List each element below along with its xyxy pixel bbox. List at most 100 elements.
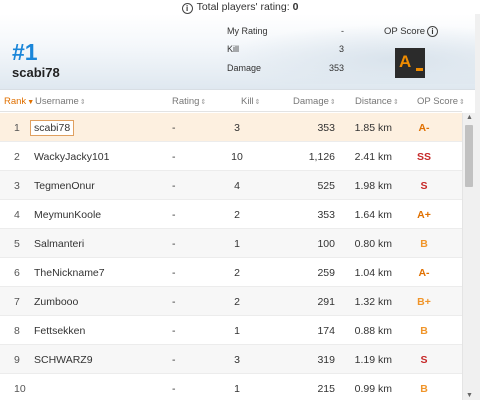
column-header-rank[interactable]: Rank▼ <box>4 96 34 107</box>
row-kill: 3 <box>234 354 240 366</box>
row-username[interactable]: Zumbooo <box>34 296 78 308</box>
row-rating: - <box>172 180 176 192</box>
row-damage: 353 <box>317 209 335 221</box>
row-damage: 215 <box>317 383 335 395</box>
row-damage: 1,126 <box>308 151 335 163</box>
row-kill: 2 <box>234 209 240 221</box>
op-score-label: OP Score <box>384 26 426 37</box>
total-rating-bar: i Total players' rating: 0 <box>0 0 480 14</box>
column-header-username-label: Username <box>35 96 79 107</box>
row-username[interactable]: scabi78 <box>30 120 75 136</box>
row-username[interactable]: SCHWARZ9 <box>34 354 93 366</box>
row-rating: - <box>172 238 176 250</box>
row-username-text: scabi78 <box>30 120 75 136</box>
row-rating: - <box>172 122 176 134</box>
sort-arrows-icon: ⇕ <box>459 99 465 106</box>
player-summary: #1 scabi78 My Rating - Kill 3 Damage 353… <box>0 14 475 90</box>
row-username[interactable]: TegmenOnur <box>34 180 95 192</box>
row-rank: 9 <box>14 354 20 366</box>
column-header-username[interactable]: Username⇕ <box>35 96 86 107</box>
column-header-distance[interactable]: Distance⇕ <box>355 96 399 107</box>
row-damage: 525 <box>317 180 335 192</box>
op-score-heading: OP Score i <box>384 26 439 37</box>
info-icon[interactable]: i <box>181 3 193 14</box>
row-rank: 8 <box>14 325 20 337</box>
scoreboard-panel: #1 scabi78 My Rating - Kill 3 Damage 353… <box>0 14 475 400</box>
row-kill: 1 <box>234 383 240 395</box>
table-row[interactable]: 10 - 1 215 0.99 km B <box>0 374 462 400</box>
table-row[interactable]: 2 WackyJacky101 - 10 1,126 2.41 km SS <box>0 142 462 171</box>
my-rating-value: - <box>341 26 344 36</box>
row-rank: 7 <box>14 296 20 308</box>
row-distance: 1.32 km <box>354 296 392 308</box>
row-kill: 10 <box>231 151 243 163</box>
row-rank: 5 <box>14 238 20 250</box>
op-score-badge-icon: A <box>395 48 425 78</box>
sort-arrows-icon: ⇕ <box>79 99 86 106</box>
row-distance: 1.64 km <box>354 209 392 221</box>
column-header-rating-label: Rating <box>172 96 200 107</box>
damage-label: Damage <box>227 63 262 73</box>
row-rating: - <box>172 267 176 279</box>
kill-label: Kill <box>227 44 240 54</box>
my-rating-label: My Rating <box>227 26 268 36</box>
row-rank: 10 <box>14 383 26 395</box>
info-icon[interactable]: i <box>427 26 439 37</box>
column-header-distance-label: Distance <box>355 96 392 107</box>
row-damage: 291 <box>317 296 335 308</box>
row-username[interactable]: Salmanteri <box>34 238 84 250</box>
row-op-score: S <box>420 180 428 192</box>
row-distance: 1.85 km <box>354 122 392 134</box>
column-header-kill[interactable]: Kill⇕ <box>241 96 261 107</box>
table-row[interactable]: 1 scabi78 - 3 353 1.85 km A- <box>0 113 462 142</box>
row-rating: - <box>172 354 176 366</box>
sort-arrows-icon: ⇕ <box>200 99 207 106</box>
row-op-score: A+ <box>417 209 431 221</box>
row-username[interactable]: Fettsekken <box>34 325 85 337</box>
table-row[interactable]: 8 Fettsekken - 1 174 0.88 km B <box>0 316 462 345</box>
sort-arrows-icon: ⇕ <box>329 99 336 106</box>
column-header-op-score[interactable]: OP Score⇕ <box>417 96 465 107</box>
op-score-badge-letter: A <box>399 52 412 71</box>
row-damage: 319 <box>317 354 335 366</box>
total-rating-label: Total players' rating: <box>196 1 290 13</box>
column-header-damage[interactable]: Damage⇕ <box>293 96 336 107</box>
table-row[interactable]: 3 TegmenOnur - 4 525 1.98 km S <box>0 171 462 200</box>
scroll-up-icon[interactable]: ▲ <box>466 114 473 121</box>
sort-arrows-icon: ⇕ <box>254 99 261 106</box>
row-rank: 1 <box>14 122 20 134</box>
row-op-score: A- <box>418 267 430 279</box>
row-distance: 0.99 km <box>354 383 392 395</box>
row-username[interactable]: TheNickname7 <box>34 267 105 279</box>
row-kill: 4 <box>234 180 240 192</box>
total-rating-value: 0 <box>292 1 299 13</box>
badge-stripe <box>416 68 423 71</box>
table-scrollbar[interactable]: ▲ ▼ <box>462 113 475 400</box>
column-header-kill-label: Kill <box>241 96 254 107</box>
row-username[interactable]: MeymunKoole <box>34 209 101 221</box>
row-damage: 100 <box>317 238 335 250</box>
row-op-score: SS <box>416 151 431 163</box>
scrollbar-thumb[interactable] <box>465 125 473 187</box>
row-op-score: S <box>420 354 428 366</box>
table-row[interactable]: 6 TheNickname7 - 2 259 1.04 km A- <box>0 258 462 287</box>
row-rating: - <box>172 296 176 308</box>
row-rating: - <box>172 209 176 221</box>
row-op-score: B+ <box>417 296 431 308</box>
row-kill: 2 <box>234 267 240 279</box>
column-header-rating[interactable]: Rating⇕ <box>172 96 206 107</box>
row-rank: 2 <box>14 151 20 163</box>
scroll-down-icon[interactable]: ▼ <box>466 392 473 399</box>
row-kill: 2 <box>234 296 240 308</box>
row-rank: 3 <box>14 180 20 192</box>
table-row[interactable]: 5 Salmanteri - 1 100 0.80 km B <box>0 229 462 258</box>
row-username[interactable]: WackyJacky101 <box>34 151 109 163</box>
table-row[interactable]: 9 SCHWARZ9 - 3 319 1.19 km S <box>0 345 462 374</box>
row-rating: - <box>172 325 176 337</box>
row-kill: 3 <box>234 122 240 134</box>
row-rating: - <box>172 383 176 395</box>
row-rank: 6 <box>14 267 20 279</box>
row-kill: 1 <box>234 238 240 250</box>
table-row[interactable]: 4 MeymunKoole - 2 353 1.64 km A+ <box>0 200 462 229</box>
table-row[interactable]: 7 Zumbooo - 2 291 1.32 km B+ <box>0 287 462 316</box>
